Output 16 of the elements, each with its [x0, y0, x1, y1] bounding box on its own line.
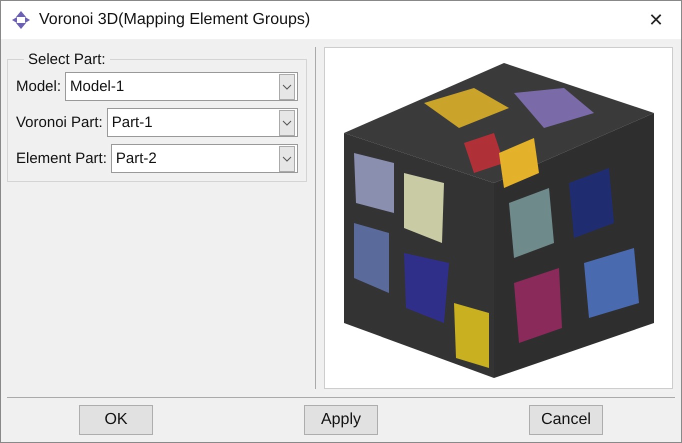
chevron-down-icon — [279, 110, 295, 136]
dropdown-field[interactable]: Part-1 — [106, 108, 298, 137]
dropdown-field[interactable]: Model-1 — [65, 72, 298, 101]
group-title: Select Part: — [27, 51, 107, 68]
window-title: Voronoi 3D(Mapping Element Groups) — [39, 11, 312, 29]
dropdown-field[interactable]: Part-2 — [110, 144, 298, 173]
app-icon — [11, 10, 31, 30]
field-label: Model: — [16, 78, 62, 95]
dialog-button[interactable]: Cancel — [529, 404, 603, 435]
chevron-down-icon — [279, 74, 295, 100]
field-label: Voronoi Part: — [16, 114, 103, 131]
dialog-button[interactable]: Apply — [304, 404, 378, 435]
chevron-down-icon — [279, 146, 295, 172]
field-label: Element Part: — [16, 150, 107, 167]
close-button[interactable]: ✕ — [639, 5, 673, 35]
dialog-button[interactable]: OK — [79, 404, 153, 435]
